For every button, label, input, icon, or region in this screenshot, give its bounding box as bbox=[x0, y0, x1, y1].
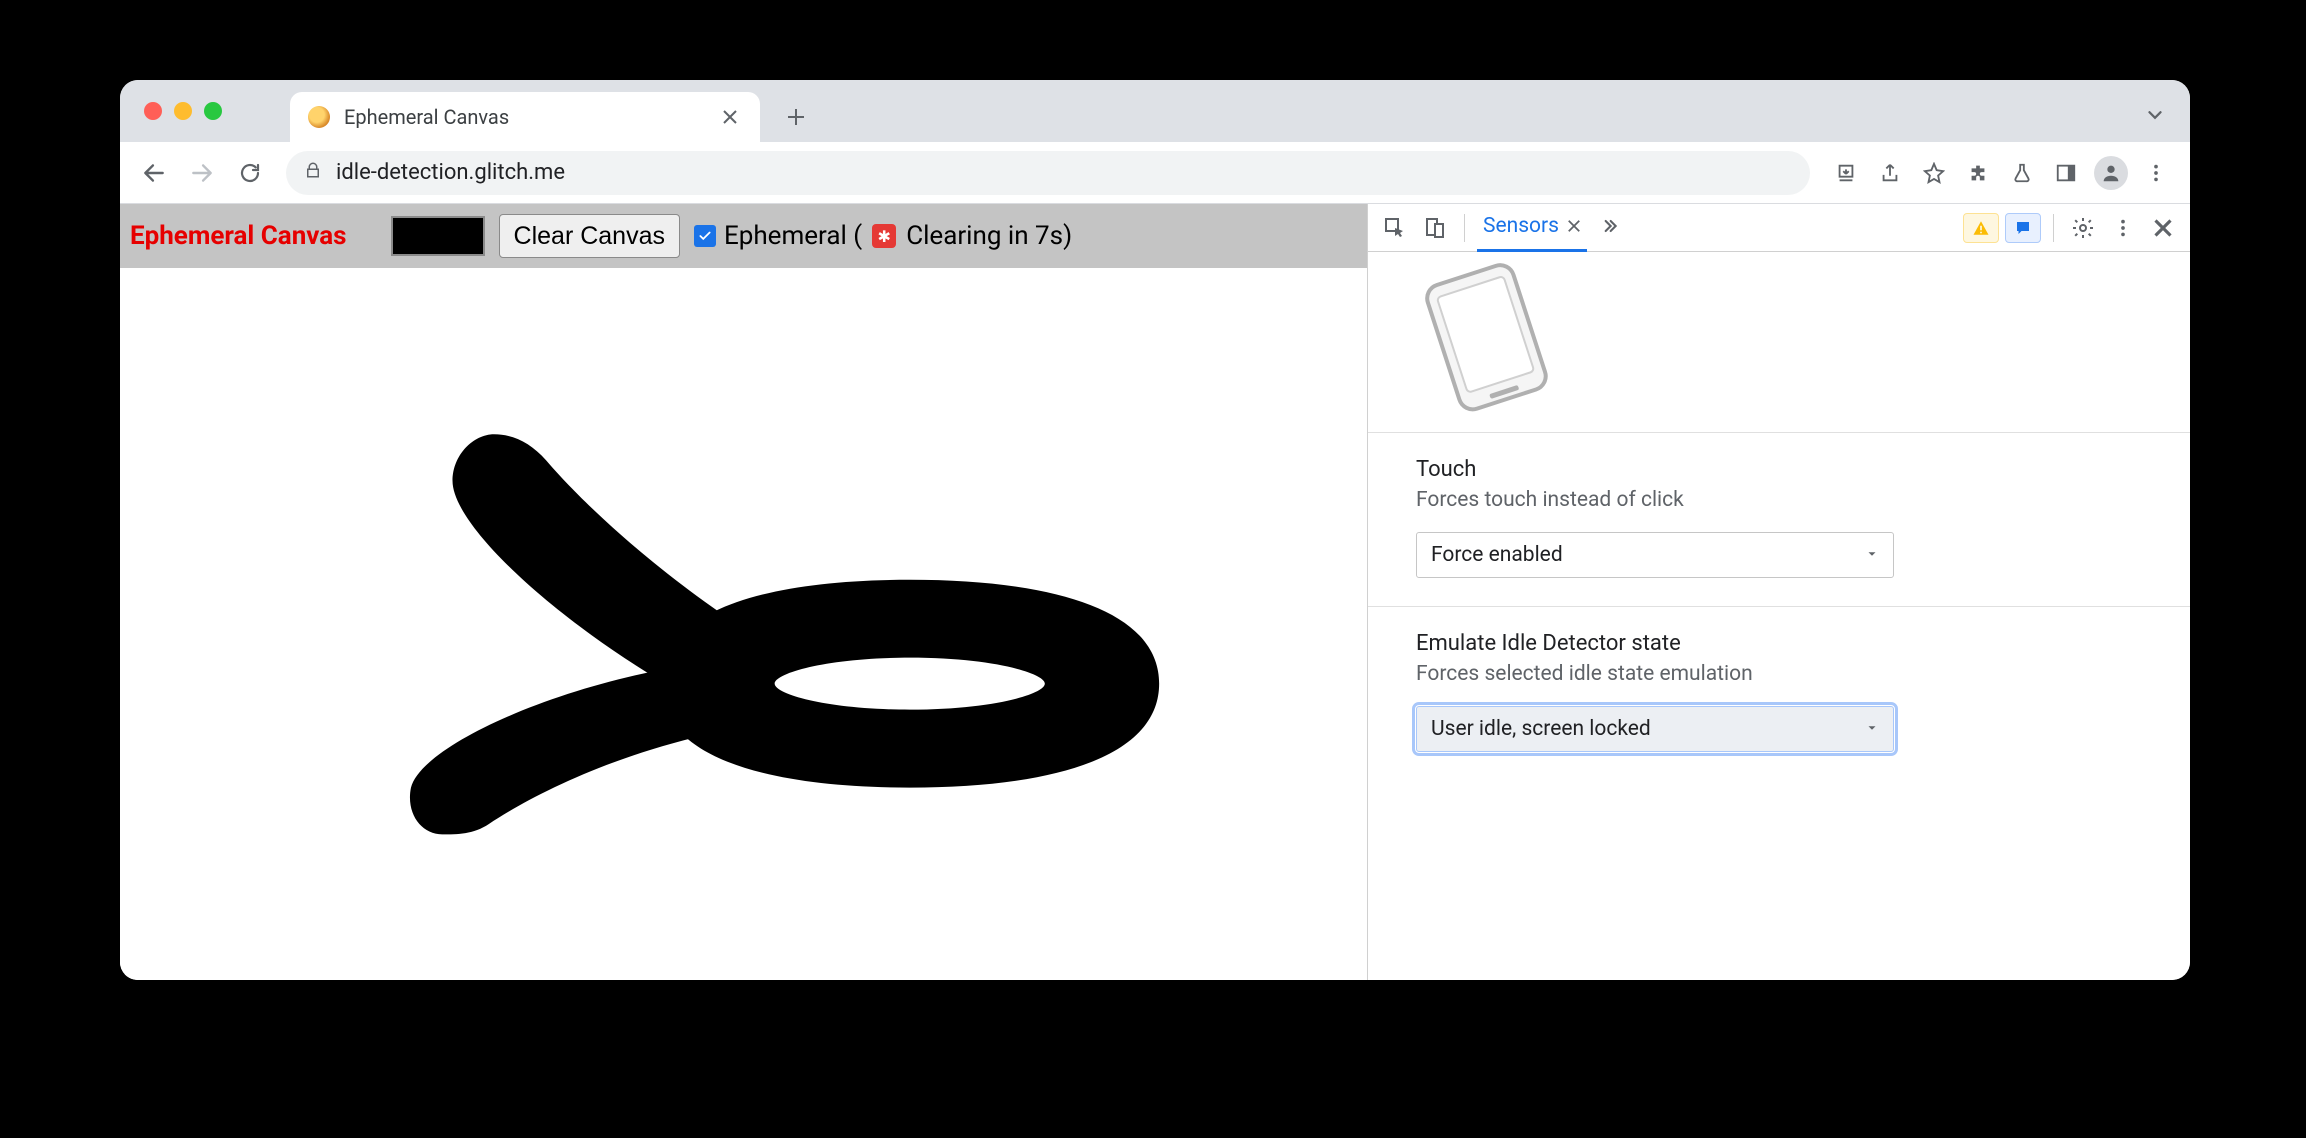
caret-down-icon bbox=[1865, 543, 1879, 567]
titlebar: Ephemeral Canvas bbox=[120, 80, 2190, 142]
bookmark-icon[interactable] bbox=[1914, 153, 1954, 193]
window-close-button[interactable] bbox=[144, 102, 162, 120]
browser-tab[interactable]: Ephemeral Canvas bbox=[290, 92, 760, 142]
ephemeral-toggle[interactable]: Ephemeral ( ✱ Clearing in 7s) bbox=[694, 221, 1072, 251]
sidepanel-icon[interactable] bbox=[2046, 153, 2086, 193]
page-viewport: Ephemeral Canvas Clear Canvas Ephemeral … bbox=[120, 204, 1368, 980]
extensions-icon[interactable] bbox=[1958, 153, 1998, 193]
back-button[interactable] bbox=[134, 153, 174, 193]
idle-detector-select-value: User idle, screen locked bbox=[1431, 717, 1651, 741]
section-title: Touch bbox=[1416, 457, 2162, 482]
section-title: Emulate Idle Detector state bbox=[1416, 631, 2162, 656]
devtools-panel: Sensors bbox=[1368, 204, 2190, 980]
ephemeral-label-prefix: Ephemeral ( bbox=[724, 221, 862, 251]
install-app-icon[interactable] bbox=[1826, 153, 1866, 193]
tab-search-button[interactable] bbox=[2144, 104, 2166, 130]
devtools-more-tabs-icon[interactable] bbox=[1599, 213, 1619, 243]
section-subtitle: Forces touch instead of click bbox=[1416, 488, 2162, 512]
section-subtitle: Forces selected idle state emulation bbox=[1416, 662, 2162, 686]
chrome-menu-button[interactable] bbox=[2136, 153, 2176, 193]
ephemeral-checkbox[interactable] bbox=[694, 225, 716, 247]
devtools-close-icon[interactable] bbox=[2146, 211, 2180, 245]
devtools-tab-close-icon[interactable] bbox=[1567, 214, 1581, 238]
touch-select[interactable]: Force enabled bbox=[1416, 532, 1894, 578]
devtools-issues-warning-icon[interactable] bbox=[1963, 213, 1999, 243]
ephemeral-label-suffix: Clearing in 7s) bbox=[906, 221, 1072, 251]
page-title: Ephemeral Canvas bbox=[130, 221, 347, 251]
touch-select-value: Force enabled bbox=[1431, 543, 1563, 567]
devtools-tab-sensors[interactable]: Sensors bbox=[1477, 204, 1587, 252]
browser-toolbar: idle-detection.glitch.me bbox=[120, 142, 2190, 204]
section-idle-detector: Emulate Idle Detector state Forces selec… bbox=[1368, 606, 2190, 780]
devtools-tab-label: Sensors bbox=[1483, 214, 1559, 238]
tab-favicon-icon bbox=[308, 106, 330, 128]
devtools-settings-icon[interactable] bbox=[2066, 211, 2100, 245]
tab-title: Ephemeral Canvas bbox=[344, 105, 704, 129]
tab-close-button[interactable] bbox=[718, 105, 742, 129]
labs-icon[interactable] bbox=[2002, 153, 2042, 193]
inspect-element-icon[interactable] bbox=[1378, 211, 1412, 245]
clear-canvas-label: Clear Canvas bbox=[514, 222, 665, 251]
orientation-preview bbox=[1378, 252, 1598, 432]
chrome-window: Ephemeral Canvas idle-detection.glitch.m… bbox=[120, 80, 2190, 980]
forward-button[interactable] bbox=[182, 153, 222, 193]
devtools-tabbar: Sensors bbox=[1368, 204, 2190, 252]
devtools-body[interactable]: Touch Forces touch instead of click Forc… bbox=[1368, 252, 2190, 980]
window-minimize-button[interactable] bbox=[174, 102, 192, 120]
address-bar[interactable]: idle-detection.glitch.me bbox=[286, 151, 1810, 195]
new-tab-button[interactable] bbox=[776, 97, 816, 137]
window-maximize-button[interactable] bbox=[204, 102, 222, 120]
section-touch: Touch Forces touch instead of click Forc… bbox=[1368, 432, 2190, 606]
color-picker[interactable] bbox=[391, 216, 485, 256]
clear-canvas-button[interactable]: Clear Canvas bbox=[499, 214, 680, 258]
lock-icon bbox=[304, 160, 322, 185]
idle-detector-select[interactable]: User idle, screen locked bbox=[1416, 706, 1894, 752]
toolbar-right bbox=[1826, 153, 2176, 193]
profile-avatar[interactable] bbox=[2094, 156, 2128, 190]
window-controls bbox=[144, 102, 222, 120]
reload-button[interactable] bbox=[230, 153, 270, 193]
share-icon[interactable] bbox=[1870, 153, 1910, 193]
devtools-menu-icon[interactable] bbox=[2106, 211, 2140, 245]
page-toolbar: Ephemeral Canvas Clear Canvas Ephemeral … bbox=[120, 204, 1367, 268]
content-area: Ephemeral Canvas Clear Canvas Ephemeral … bbox=[120, 204, 2190, 980]
siren-icon: ✱ bbox=[872, 224, 896, 248]
url-text: idle-detection.glitch.me bbox=[336, 160, 565, 185]
caret-down-icon bbox=[1865, 717, 1879, 741]
devtools-feedback-icon[interactable] bbox=[2005, 213, 2041, 243]
drawing-canvas[interactable] bbox=[120, 268, 1367, 980]
device-toolbar-icon[interactable] bbox=[1418, 211, 1452, 245]
